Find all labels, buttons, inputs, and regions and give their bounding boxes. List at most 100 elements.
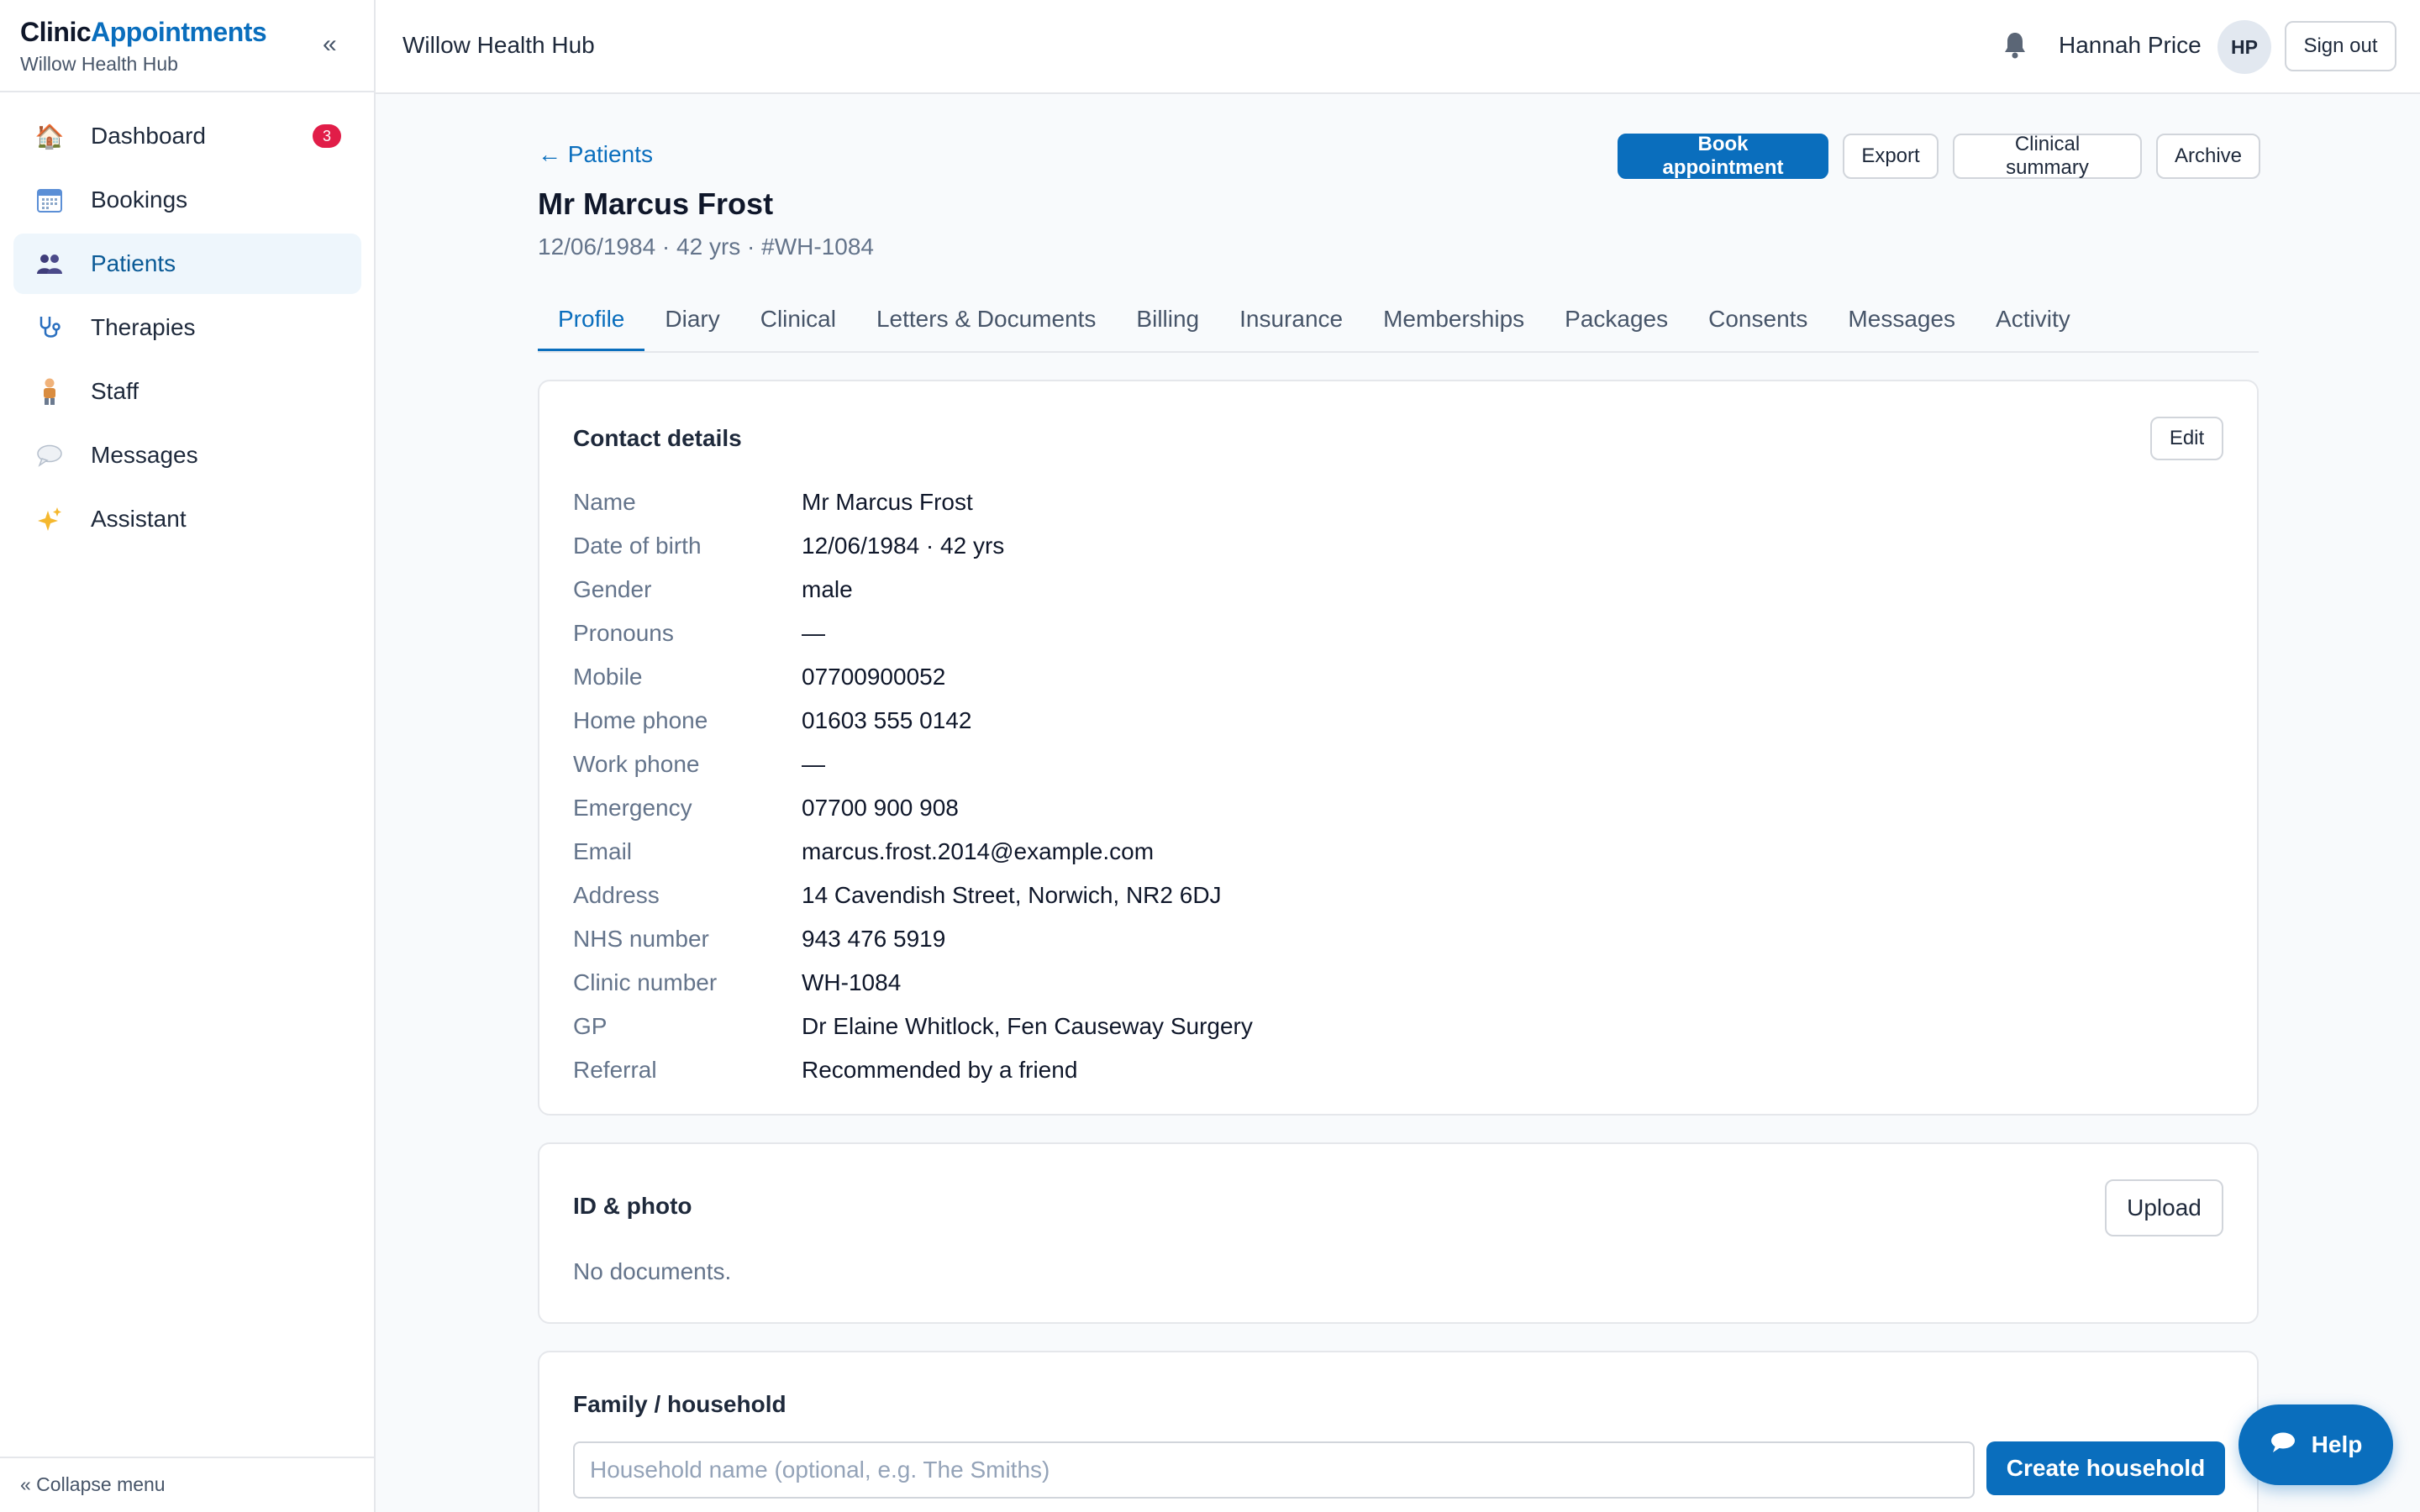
calendar-icon [35, 186, 64, 214]
id-photo-card: ID & photo Upload No documents. [538, 1142, 2259, 1324]
tab-messages[interactable]: Messages [1828, 296, 1975, 351]
help-button[interactable]: Help [2238, 1404, 2393, 1485]
detail-value: — [802, 751, 825, 777]
sidebar-item-label: Therapies [91, 314, 196, 340]
detail-value: 01603 555 0142 [802, 707, 972, 733]
clinical-summary-button[interactable]: Clinical summary [1953, 133, 2142, 179]
back-to-patients-link[interactable]: ← Patients [538, 141, 653, 168]
sidebar-nav: 🏠 Dashboard 3 Bookings Patients Therapie… [13, 106, 361, 553]
household-card: Family / household Create household [538, 1351, 2259, 1512]
detail-row-address: Address 14 Cavendish Street, Norwich, NR2… [573, 874, 1253, 917]
patient-tabs: Profile Diary Clinical Letters & Documen… [538, 296, 2259, 353]
detail-row-emergency: Emergency 07700 900 908 [573, 786, 1253, 830]
upload-button[interactable]: Upload [2105, 1179, 2223, 1236]
detail-label: NHS number [573, 926, 709, 952]
no-documents-text: No documents. [573, 1258, 732, 1284]
detail-value: 07700900052 [802, 664, 946, 690]
detail-value: marcus.frost.2014@example.com [802, 838, 1155, 864]
detail-row-gp: GP Dr Elaine Whitlock, Fen Causeway Surge… [573, 1005, 1253, 1048]
tab-activity[interactable]: Activity [1975, 296, 2091, 351]
detail-label: Work phone [573, 751, 700, 777]
sidebar-item-messages[interactable]: Messages [13, 425, 361, 486]
stethoscope-icon [35, 313, 64, 342]
detail-row-name: Name Mr Marcus Frost [573, 480, 1253, 524]
detail-row-clinic-number: Clinic number WH-1084 [573, 961, 1253, 1005]
tab-billing[interactable]: Billing [1116, 296, 1219, 351]
contact-details-card: Contact details Edit Name Mr Marcus Frost… [538, 380, 2259, 1116]
detail-label: Clinic number [573, 969, 718, 995]
detail-label: Date of birth [573, 533, 702, 559]
detail-label: Gender [573, 576, 652, 602]
collapse-menu-button[interactable]: « Collapse menu [20, 1473, 166, 1496]
sidebar-item-assistant[interactable]: Assistant [13, 489, 361, 549]
sidebar-item-patients[interactable]: Patients [13, 234, 361, 294]
chat-icon [2270, 1431, 2296, 1460]
card-title: Family / household [573, 1391, 786, 1417]
tab-consents[interactable]: Consents [1688, 296, 1828, 351]
detail-label: Pronouns [573, 620, 674, 646]
tab-diary[interactable]: Diary [644, 296, 739, 351]
detail-row-email: Email marcus.frost.2014@example.com [573, 830, 1253, 874]
sidebar-item-therapies[interactable]: Therapies [13, 297, 361, 358]
tab-packages[interactable]: Packages [1544, 296, 1688, 351]
detail-label: Emergency [573, 795, 692, 821]
speech-bubble-icon [35, 441, 64, 470]
collapse-sidebar-button[interactable]: « [323, 30, 337, 59]
archive-button[interactable]: Archive [2156, 134, 2260, 179]
sidebar-item-label: Patients [91, 250, 176, 276]
detail-value: 12/06/1984 · 42 yrs [802, 533, 1005, 559]
notification-badge: 3 [313, 124, 341, 148]
sidebar: ClinicAppointments Willow Health Hub « 🏠… [0, 0, 376, 1512]
page-title: Mr Marcus Frost [538, 186, 774, 221]
people-icon [35, 249, 64, 278]
sidebar-item-label: Assistant [91, 506, 187, 532]
card-title: Contact details [573, 425, 742, 451]
detail-value: 943 476 5919 [802, 926, 946, 952]
tab-insurance[interactable]: Insurance [1219, 296, 1363, 351]
sidebar-divider [0, 91, 374, 92]
brand-title-part2: Appointments [91, 17, 267, 47]
avatar[interactable]: HP [2217, 20, 2271, 74]
detail-row-nhs-number: NHS number 943 476 5919 [573, 917, 1253, 961]
sidebar-item-staff[interactable]: Staff [13, 361, 361, 422]
detail-value: Mr Marcus Frost [802, 489, 973, 515]
sidebar-item-label: Staff [91, 378, 139, 404]
sidebar-item-bookings[interactable]: Bookings [13, 170, 361, 230]
detail-row-dob: Date of birth 12/06/1984 · 42 yrs [573, 524, 1253, 568]
sidebar-item-label: Bookings [91, 186, 188, 213]
tab-memberships[interactable]: Memberships [1363, 296, 1544, 351]
detail-row-referral: Referral Recommended by a friend [573, 1048, 1253, 1092]
tab-clinical[interactable]: Clinical [740, 296, 856, 351]
book-appointment-button[interactable]: Book appointment [1618, 133, 1828, 179]
detail-value: Dr Elaine Whitlock, Fen Causeway Surgery [802, 1013, 1253, 1039]
card-title: ID & photo [573, 1193, 692, 1219]
detail-label: Email [573, 838, 633, 864]
detail-label: Home phone [573, 707, 708, 733]
patient-meta: 12/06/1984 · 42 yrs · #WH-1084 [538, 234, 874, 260]
export-button[interactable]: Export [1843, 134, 1939, 179]
sidebar-item-dashboard[interactable]: 🏠 Dashboard 3 [13, 106, 361, 166]
detail-row-home-phone: Home phone 01603 555 0142 [573, 699, 1253, 743]
top-bar-title: Willow Health Hub [402, 32, 595, 58]
contact-details-list: Name Mr Marcus Frost Date of birth 12/06/1… [573, 480, 1253, 1092]
detail-value: Recommended by a friend [802, 1057, 1078, 1083]
detail-value: 14 Cavendish Street, Norwich, NR2 6DJ [802, 882, 1222, 908]
tab-letters-documents[interactable]: Letters & Documents [856, 296, 1116, 351]
edit-button[interactable]: Edit [2150, 417, 2223, 460]
patient-actions: Book appointment Export Clinical summary… [1618, 133, 2260, 179]
household-name-input[interactable] [573, 1441, 1975, 1499]
help-label: Help [2311, 1431, 2363, 1457]
tab-profile[interactable]: Profile [538, 296, 645, 351]
sparkles-icon [35, 505, 64, 533]
person-icon [35, 377, 64, 406]
detail-value: — [802, 620, 825, 646]
top-bar: Willow Health Hub Hannah Price HP Sign o… [376, 0, 2420, 94]
create-household-button[interactable]: Create household [1986, 1441, 2225, 1495]
detail-row-work-phone: Work phone — [573, 743, 1253, 786]
detail-value: male [802, 576, 853, 602]
sign-out-button[interactable]: Sign out [2285, 21, 2396, 71]
sidebar-footer-divider [0, 1457, 374, 1458]
sidebar-item-label: Messages [91, 442, 198, 468]
bell-icon[interactable] [2002, 30, 2028, 60]
detail-row-pronouns: Pronouns — [573, 612, 1253, 655]
